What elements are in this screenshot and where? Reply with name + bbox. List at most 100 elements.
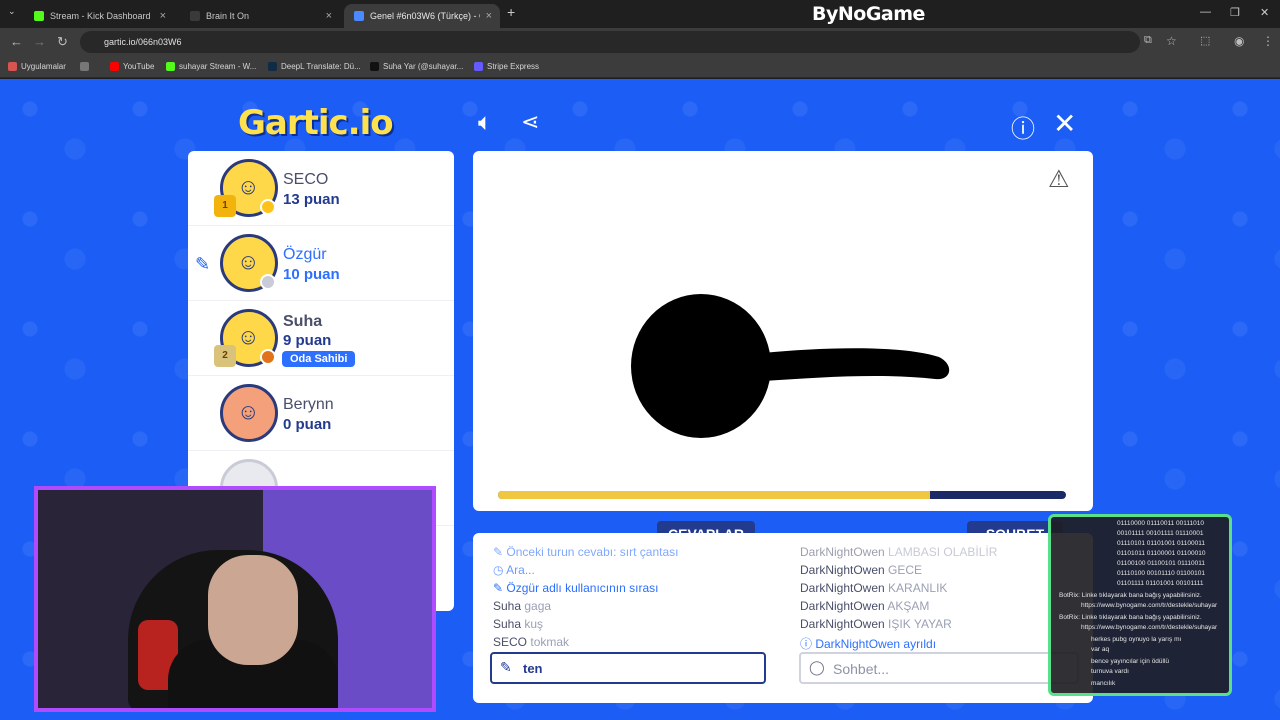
tab-title: Stream - Kick Dashboard xyxy=(50,11,151,21)
page-icon xyxy=(190,11,200,21)
pencil-icon: ✎ xyxy=(195,254,211,274)
bookmark-deepl[interactable]: DeepL Translate: Dü... xyxy=(268,62,361,71)
sound-icon[interactable]: 🔈︎ xyxy=(478,109,492,137)
bookmark-label: Uygulamalar xyxy=(21,62,66,71)
chat-line: DarkNightOwen LAMBASI OLABİLİR xyxy=(800,545,997,559)
chat-text: LAMBASI OLABİLİR xyxy=(888,545,998,559)
round-timer-bar xyxy=(498,491,1066,499)
close-icon[interactable]: × xyxy=(160,10,166,22)
url-field[interactable]: gartic.io/066n03W6 xyxy=(80,31,1140,53)
status-dot xyxy=(260,349,276,365)
stream-chat-line: BotRix: Linke tıklayarak bana bağış yapa… xyxy=(1059,614,1202,621)
stream-chat-line: 01110000 01110011 00111010 xyxy=(1117,520,1204,527)
exit-icon[interactable]: ✕ xyxy=(1053,107,1076,140)
stream-chat-line: herkes pubg oynuyo la yarış mı xyxy=(1091,636,1182,643)
stream-chat-line: 00101111 00101111 01110001 xyxy=(1117,530,1204,537)
bookmark-label: Suha Yar (@suhayar... xyxy=(383,62,464,71)
tab-brain-it-on[interactable]: Brain It On × xyxy=(180,4,340,28)
gartic-icon xyxy=(354,11,364,21)
chat-line: DarkNightOwen GECE xyxy=(800,563,922,577)
player-card[interactable]: ☺ Berynn 0 puan xyxy=(188,376,454,451)
bookmark-stream[interactable]: suhayar Stream - W... xyxy=(166,62,256,71)
drawing-canvas[interactable]: ⚠ xyxy=(473,151,1093,511)
tab-title: Genel #6n03W6 (Türkçe) - Gartic xyxy=(370,11,480,21)
bookmark-star-icon[interactable]: ☆ xyxy=(1166,34,1177,48)
gartic-logo: Gartic.io xyxy=(238,103,394,143)
answer-text: kuş xyxy=(524,617,544,631)
kick-icon xyxy=(34,11,44,21)
bookmark-tiktok[interactable]: Suha Yar (@suhayar... xyxy=(370,62,463,71)
info-icon[interactable]: ⓘ xyxy=(1011,109,1035,144)
chat-text: ayrıldı xyxy=(903,637,937,651)
searching-line: ◷ Ara... xyxy=(493,563,535,577)
stream-chat-line: var aq xyxy=(1091,646,1110,653)
answer-input-value: ten xyxy=(523,661,543,676)
player-name: Özgür xyxy=(283,246,327,263)
chat-text: KARANLIK xyxy=(888,581,948,595)
bookmark-label: DeepL Translate: Dü... xyxy=(281,62,361,71)
bookmarks-bar: Uygulamalar YouTube suhayar Stream - W..… xyxy=(0,56,1280,78)
menu-icon[interactable]: ⋮ xyxy=(1262,34,1274,48)
chat-input[interactable]: ◯ Sohbet... xyxy=(799,652,1079,684)
player-name: SECO xyxy=(283,171,329,188)
chat-line: DarkNightOwen IŞIK YAYAR xyxy=(800,617,952,631)
window-close-icon[interactable]: ✕ xyxy=(1260,6,1269,19)
share-icon[interactable]: ⋖ xyxy=(521,109,539,135)
minimize-icon[interactable]: — xyxy=(1200,6,1211,18)
smile-icon: ☺ xyxy=(237,174,260,199)
install-icon[interactable]: ⧉ xyxy=(1144,34,1152,47)
player-score: 10 puan xyxy=(283,266,340,283)
youtube-icon xyxy=(110,62,119,71)
answer-input[interactable]: ✎ ten xyxy=(490,652,766,684)
answer-line: SECO tokmak xyxy=(493,635,569,649)
maximize-icon[interactable]: ❐ xyxy=(1230,6,1240,19)
new-tab-icon[interactable]: + xyxy=(507,4,515,20)
report-warning-icon[interactable]: ⚠ xyxy=(1048,165,1070,194)
answer-user: Suha xyxy=(493,599,522,613)
player-card[interactable]: ☺ 2 Suha 9 puan Oda Sahibi xyxy=(188,301,454,376)
answer-user: SECO xyxy=(493,635,528,649)
chat-text: AKŞAM xyxy=(887,599,930,613)
tab-kick-dashboard[interactable]: Stream - Kick Dashboard × xyxy=(24,4,174,28)
answer-text: tokmak xyxy=(530,635,570,649)
room-owner-badge: Oda Sahibi xyxy=(282,351,356,367)
chat-system-line: ⓘ DarkNightOwen ayrıldı xyxy=(800,637,937,651)
extensions-icon[interactable]: ⬚ xyxy=(1200,34,1210,47)
webcam-overlay xyxy=(34,486,436,712)
chat-line: DarkNightOwen AKŞAM xyxy=(800,599,929,613)
tab-search-icon[interactable]: ⌄ xyxy=(8,6,16,17)
line-text: Önceki turun cevabı: sırt çantası xyxy=(506,545,679,559)
close-icon[interactable]: × xyxy=(326,10,332,22)
chat-user: DarkNightOwen xyxy=(815,637,901,651)
bookmark-youtube[interactable]: YouTube xyxy=(110,62,154,71)
player-card[interactable]: ☺ 1 SECO 13 puan xyxy=(188,151,454,226)
back-icon[interactable]: ← xyxy=(10,34,23,49)
reload-icon[interactable]: ↻ xyxy=(57,34,68,50)
previous-answer-line: ✎ Önceki turun cevabı: sırt çantası xyxy=(493,545,679,559)
tab-title: Brain It On xyxy=(206,11,250,21)
player-card[interactable]: ✎ ☺ Özgür 10 puan xyxy=(188,226,454,301)
trophy-icon: 1 xyxy=(214,195,236,217)
chat-bubble-icon: ◯ xyxy=(809,659,825,675)
kick-icon xyxy=(166,62,175,71)
forward-icon[interactable]: → xyxy=(33,34,46,49)
pencil-icon: ✎ xyxy=(500,659,512,675)
bookmark-grid[interactable] xyxy=(80,62,93,71)
player-drawing xyxy=(631,294,950,438)
player-name: Berynn xyxy=(283,396,334,413)
stream-chat-line: https://www.bynogame.com/tr/destekle/suh… xyxy=(1081,624,1218,631)
close-icon[interactable]: × xyxy=(486,10,492,22)
chat-placeholder: Sohbet... xyxy=(833,661,890,677)
player-score: 0 puan xyxy=(283,416,332,433)
bookmark-apps[interactable]: Uygulamalar xyxy=(8,62,66,71)
status-dot xyxy=(260,274,276,290)
player-score: 13 puan xyxy=(283,191,340,208)
stream-chat-line: BotRix: Linke tıklayarak bana bağış yapa… xyxy=(1059,592,1202,599)
tiktok-icon xyxy=(370,62,379,71)
bookmark-stripe[interactable]: Stripe Express xyxy=(474,62,539,71)
chat-user: DarkNightOwen xyxy=(800,599,885,613)
profile-icon[interactable]: ◉ xyxy=(1234,34,1244,48)
chat-user: DarkNightOwen xyxy=(800,617,885,631)
chat-user: DarkNightOwen xyxy=(800,563,885,577)
tab-gartic[interactable]: Genel #6n03W6 (Türkçe) - Gartic × xyxy=(344,4,500,28)
